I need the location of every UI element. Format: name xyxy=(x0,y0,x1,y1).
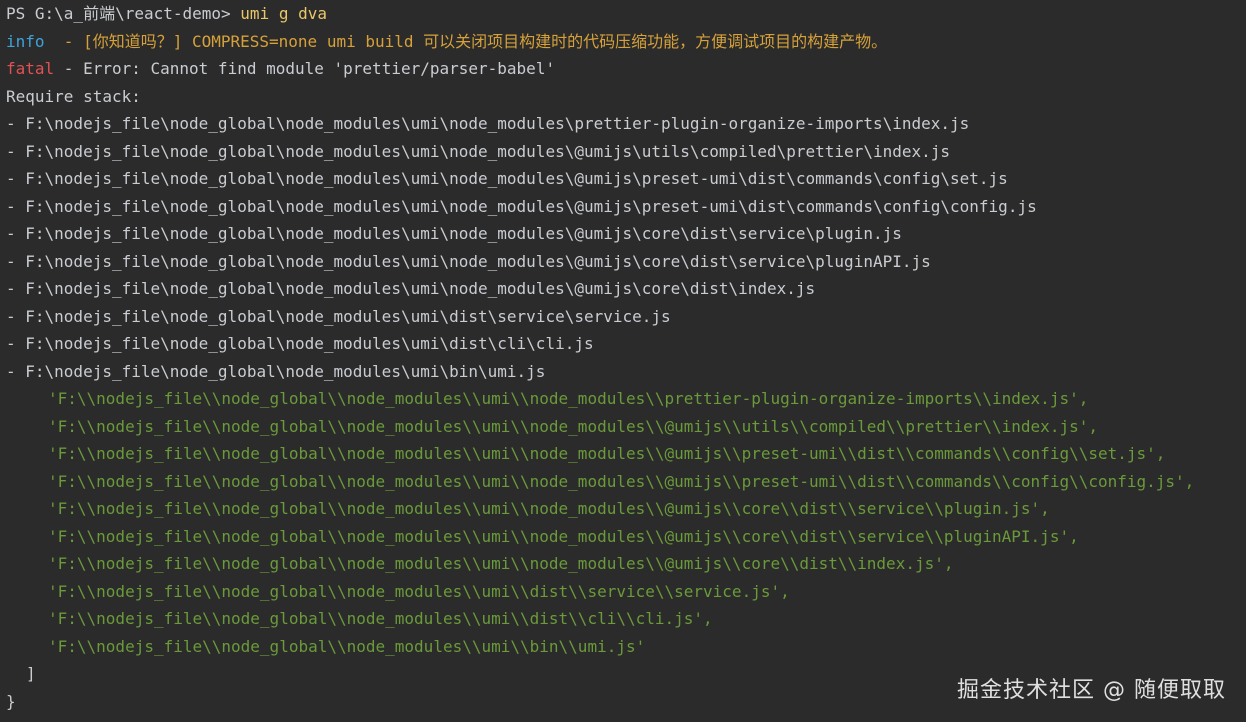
string-line: 'F:\\nodejs_file\\node_global\\node_modu… xyxy=(48,389,1089,408)
string-line: 'F:\\nodejs_file\\node_global\\node_modu… xyxy=(48,554,954,573)
stack-line: - F:\nodejs_file\node_global\node_module… xyxy=(6,141,951,161)
fatal-message: - Error: Cannot find module 'prettier/pa… xyxy=(54,59,556,78)
stack-line: - F:\nodejs_file\node_global\node_module… xyxy=(6,306,671,326)
stack-line: - F:\nodejs_file\node_global\node_module… xyxy=(6,224,902,243)
string-line: 'F:\\nodejs_file\\node_global\\node_modu… xyxy=(48,526,1079,546)
string-line: 'F:\\nodejs_file\\node_global\\node_modu… xyxy=(48,471,1195,491)
string-line: 'F:\\nodejs_file\\node_global\\node_modu… xyxy=(48,444,1166,463)
info-separator: - xyxy=(44,31,84,51)
stack-line: - F:\nodejs_file\node_global\node_module… xyxy=(6,361,546,381)
command-line: PS G:\a_前端\react-demo> umi g dva xyxy=(6,0,1242,28)
fatal-line: fatal - Error: Cannot find module 'prett… xyxy=(6,55,1242,83)
stack-line: - F:\nodejs_file\node_global\node_module… xyxy=(6,114,970,133)
info-line: info - [你知道吗？] COMPRESS=none umi build 可… xyxy=(6,28,1242,56)
watermark: 掘金技术社区 @ 随便取取 xyxy=(957,678,1226,703)
stack-line: - F:\nodejs_file\node_global\node_module… xyxy=(6,169,1008,188)
info-message: [你知道吗？] COMPRESS=none umi build 可以关闭项目构建… xyxy=(83,31,888,51)
fatal-tag: fatal xyxy=(6,59,55,78)
stack-line: - F:\nodejs_file\node_global\node_module… xyxy=(6,279,816,298)
terminal-output[interactable]: PS G:\a_前端\react-demo> umi g dva info - … xyxy=(6,0,1242,715)
stack-line: - F:\nodejs_file\node_global\node_module… xyxy=(6,251,931,271)
stack-line: - F:\nodejs_file\node_global\node_module… xyxy=(6,334,594,353)
string-line: 'F:\\nodejs_file\\node_global\\node_modu… xyxy=(48,499,1050,518)
string-line: 'F:\\nodejs_file\\node_global\\node_modu… xyxy=(48,416,1098,436)
prompt: PS G:\a_前端\react-demo> xyxy=(6,4,241,23)
info-tag: info xyxy=(6,31,45,51)
command-text: umi g dva xyxy=(240,4,327,23)
stack-line: - F:\nodejs_file\node_global\node_module… xyxy=(6,196,1037,216)
string-line: 'F:\\nodejs_file\\node_global\\node_modu… xyxy=(48,636,646,656)
string-line: 'F:\\nodejs_file\\node_global\\node_modu… xyxy=(48,609,713,628)
require-stack-label: Require stack: xyxy=(6,86,141,106)
string-line: 'F:\\nodejs_file\\node_global\\node_modu… xyxy=(48,581,790,601)
